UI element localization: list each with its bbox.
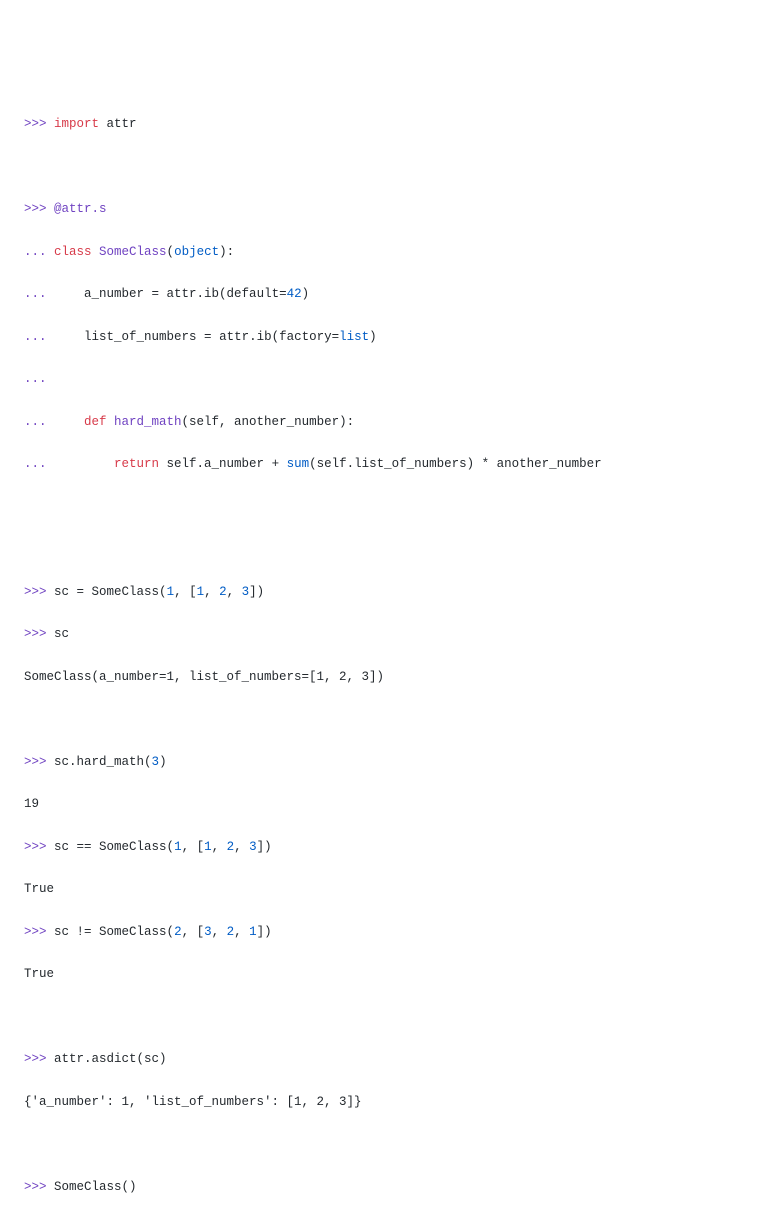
repl-cont: ... (24, 415, 84, 429)
code-line: >>> sc.hard_math(3) (24, 752, 755, 773)
blank-line (24, 709, 755, 730)
repl-cont: ... (24, 372, 47, 386)
repl-prompt: >>> (24, 202, 54, 216)
builtin-object: object (174, 245, 219, 259)
repl-cont: ... (24, 457, 114, 471)
code-line: >>> import attr (24, 114, 755, 135)
code-line: >>> sc != SomeClass(2, [3, 2, 1]) (24, 922, 755, 943)
number-literal: 42 (287, 287, 302, 301)
repl-cont: ... (24, 245, 54, 259)
blank-line (24, 1134, 755, 1155)
code-line: >>> @attr.s (24, 199, 755, 220)
blank-line (24, 497, 755, 518)
output-line: SomeClass(a_number=1, list_of_numbers=[1… (24, 667, 755, 688)
blank-line (24, 539, 755, 560)
function-name: hard_math (107, 415, 182, 429)
output-line: {'a_number': 1, 'list_of_numbers': [1, 2… (24, 1092, 755, 1113)
keyword-def: def (84, 415, 107, 429)
module-name: attr (99, 117, 137, 131)
output-line: 19 (24, 794, 755, 815)
keyword-class: class (54, 245, 92, 259)
blank-line (24, 1007, 755, 1028)
repl-prompt: >>> (24, 755, 54, 769)
decorator: @attr.s (54, 202, 107, 216)
code-line: ... a_number = attr.ib(default=42) (24, 284, 755, 305)
code-line: ... return self.a_number + sum(self.list… (24, 454, 755, 475)
repl-prompt: >>> (24, 627, 54, 641)
code-line: ... list_of_numbers = attr.ib(factory=li… (24, 327, 755, 348)
class-name: SomeClass (92, 245, 167, 259)
builtin-sum: sum (287, 457, 310, 471)
repl-prompt: >>> (24, 585, 54, 599)
builtin-list: list (339, 330, 369, 344)
code-block: >>> import attr >>> @attr.s ... class So… (24, 93, 755, 1208)
repl-prompt: >>> (24, 925, 54, 939)
repl-prompt: >>> (24, 1180, 54, 1194)
code-line: ... (24, 369, 755, 390)
code-line: >>> SomeClass() (24, 1177, 755, 1198)
repl-prompt: >>> (24, 1052, 54, 1066)
code-line: >>> sc == SomeClass(1, [1, 2, 3]) (24, 837, 755, 858)
keyword-import: import (54, 117, 99, 131)
output-line: True (24, 964, 755, 985)
output-line: True (24, 879, 755, 900)
keyword-return: return (114, 457, 159, 471)
code-line: ... class SomeClass(object): (24, 242, 755, 263)
code-line: >>> sc = SomeClass(1, [1, 2, 3]) (24, 582, 755, 603)
repl-prompt: >>> (24, 840, 54, 854)
code-line: ... def hard_math(self, another_number): (24, 412, 755, 433)
code-line: >>> sc (24, 624, 755, 645)
code-line: >>> attr.asdict(sc) (24, 1049, 755, 1070)
repl-prompt: >>> (24, 117, 54, 131)
blank-line (24, 157, 755, 178)
repl-cont: ... (24, 330, 84, 344)
repl-cont: ... (24, 287, 84, 301)
